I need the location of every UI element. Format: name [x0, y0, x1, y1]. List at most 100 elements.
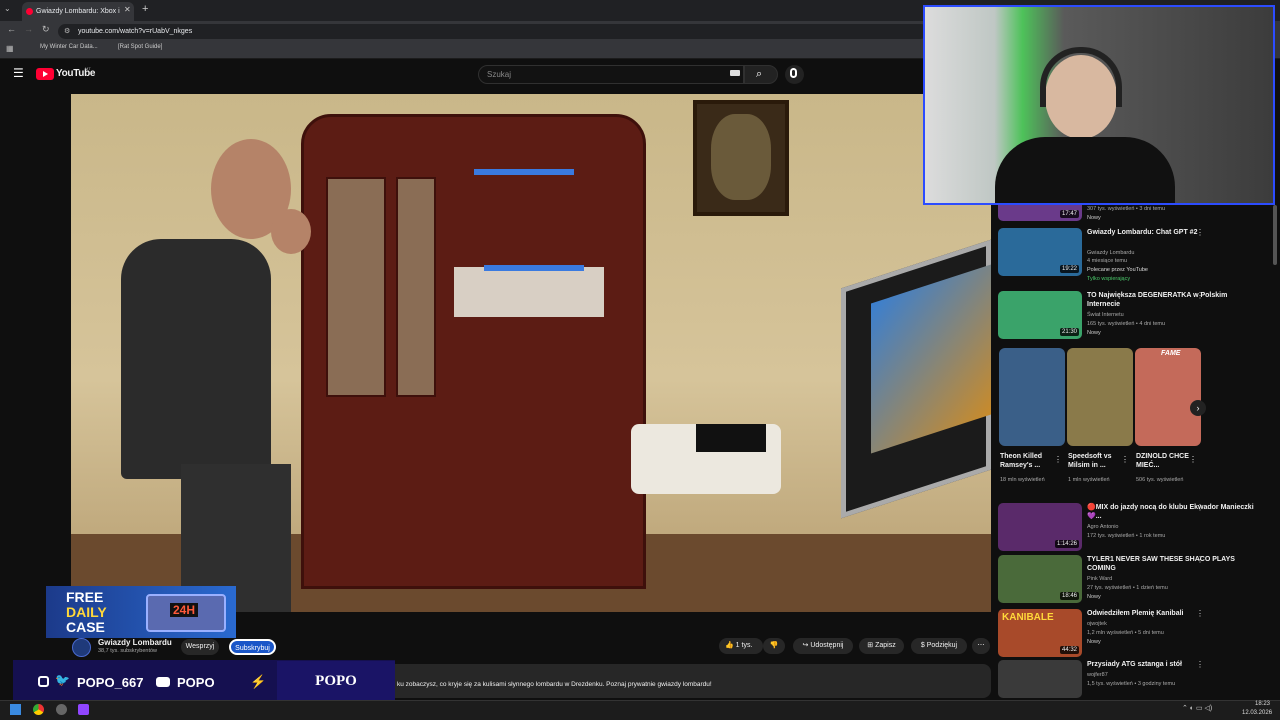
blue-tape-2 — [484, 265, 584, 271]
video-frame-second-head — [271, 209, 311, 254]
channel-name[interactable]: Gwiazdy Lombardu — [98, 638, 172, 647]
thumbnail-label: KANIBALE — [1002, 612, 1054, 623]
share-icon: ↪ — [802, 642, 809, 649]
sidebar-video-item[interactable]: 21:30 TO Największa DEGENERATKA w Polski… — [998, 291, 1268, 343]
url-field[interactable]: youtube.com/watch?v=rUabV_nkges — [58, 24, 928, 39]
search-input[interactable]: Szukaj — [478, 65, 744, 84]
twitch-taskbar-icon[interactable] — [78, 704, 89, 715]
social-handle-2: POPO — [177, 675, 215, 690]
back-icon[interactable]: ← — [7, 24, 16, 34]
more-vert-icon[interactable]: ⋮ — [1121, 455, 1129, 464]
tray-icons[interactable]: ⌃ ◐ ▭ ◁) — [1182, 704, 1212, 712]
youtube-overlay-icon — [156, 677, 170, 687]
more-actions-button[interactable]: ⋯ — [972, 638, 990, 654]
streamer-webcam — [923, 5, 1275, 205]
blue-tape — [474, 169, 574, 175]
save-label: Zapisz — [875, 642, 896, 649]
taskbar-time[interactable]: 18:23 — [1255, 701, 1270, 707]
thanks-button[interactable]: $ Podziękuj — [911, 638, 967, 654]
promo-line-2: DAILY — [66, 604, 107, 620]
subscribe-button[interactable]: Subskrybuj — [229, 639, 276, 655]
search-placeholder: Szukaj — [487, 70, 512, 79]
new-badge: Nowy — [1087, 639, 1101, 645]
site-info-icon[interactable]: ⚙ — [64, 27, 70, 35]
share-button[interactable]: ↪ Udostępnij — [793, 638, 853, 654]
video-thumbnail: KANIBALE 44:32 — [998, 609, 1082, 657]
short-thumbnail[interactable]: FAME — [1135, 348, 1201, 446]
channel-avatar[interactable] — [72, 638, 91, 657]
more-vert-icon[interactable]: ⋮ — [1196, 660, 1204, 669]
reload-icon[interactable]: ↻ — [42, 24, 50, 35]
like-button[interactable]: 👍 1 tys. — [719, 638, 763, 654]
video-channel: Świat Internetu — [1087, 312, 1124, 318]
support-button[interactable]: Wesprzyj — [181, 639, 219, 655]
chrome-taskbar-icon[interactable] — [33, 704, 44, 715]
video-meta: 4 miesiące temu — [1087, 258, 1128, 264]
sidebar-video-item[interactable]: 1:14:26 🔴MIX do jazdy nocą do klubu Ekwa… — [998, 503, 1268, 551]
search-button[interactable]: ⌕ — [744, 65, 778, 84]
video-title: 🔴MIX do jazdy nocą do klubu Ekwador Mani… — [1087, 504, 1254, 520]
new-tab-button[interactable]: + — [142, 3, 148, 15]
keyboard-icon[interactable] — [730, 70, 740, 76]
new-badge: Nowy — [1087, 215, 1101, 221]
app-taskbar-icon[interactable] — [56, 704, 67, 715]
short-views: 506 tys. wyświetleń — [1136, 477, 1184, 483]
tab-list-button[interactable]: ⌄ — [4, 4, 11, 13]
windows-start-icon[interactable] — [10, 704, 21, 715]
duration-badge: 21:30 — [1059, 328, 1079, 336]
share-label: Udostępnij — [810, 642, 844, 649]
video-extra: Polecane przez YouTube — [1087, 267, 1148, 273]
apps-grid-icon[interactable]: ▦ — [6, 44, 14, 53]
more-vert-icon[interactable]: ⋮ — [1189, 455, 1197, 464]
video-frame-cabinet — [301, 114, 646, 589]
sidebar-video-item[interactable]: Przysiady ATG sztanga i stół wojfer87 1,… — [998, 660, 1268, 700]
duration-badge: 1:14:26 — [1054, 540, 1079, 548]
duration-badge: 19:22 — [1059, 265, 1079, 273]
sidebar-video-item[interactable]: 19:22 Gwiazdy Lombardu: Chat GPT #2 Gwia… — [998, 228, 1268, 286]
video-thumbnail: 1:14:26 — [998, 503, 1082, 551]
dislike-button[interactable]: 👎 — [763, 638, 785, 654]
video-title: Przysiady ATG sztanga i stół — [1087, 661, 1182, 668]
short-title[interactable]: Theon Killed Ramsey's ... — [1000, 452, 1058, 470]
duration-badge: 44:32 — [1059, 646, 1079, 654]
more-vert-icon[interactable]: ⋮ — [1196, 503, 1204, 512]
short-thumbnail[interactable] — [999, 348, 1065, 446]
save-button[interactable]: ⊞ Zapisz — [859, 638, 904, 654]
video-title: Gwiazdy Lombardu: Chat GPT #2 — [1087, 229, 1198, 236]
bookmark-rat-spot[interactable]: [Rat Spot Guide] — [118, 44, 162, 50]
forward-icon[interactable]: → — [24, 24, 33, 34]
cabinet-glass-right — [396, 177, 436, 397]
tab-title: Gwiazdy Lombardu: Xbox i — [36, 8, 120, 15]
voice-search-button[interactable] — [785, 65, 804, 84]
youtube-logo-icon[interactable] — [36, 68, 54, 80]
more-vert-icon[interactable]: ⋮ — [1196, 291, 1204, 300]
sidebar-video-item[interactable]: 18:46 TYLER1 NEVER SAW THESE SHACO PLAYS… — [998, 555, 1268, 603]
video-meta: 165 tys. wyświetleń • 4 dni temu — [1087, 321, 1166, 327]
promo-line-1: FREE — [66, 589, 104, 605]
more-vert-icon[interactable]: ⋮ — [1196, 228, 1204, 237]
duration-badge: 17:47 — [1059, 210, 1079, 218]
short-title[interactable]: Speedsoft vs Milsim in ... — [1068, 452, 1126, 470]
browser-tab-active[interactable]: Gwiazdy Lombardu: Xbox i — [22, 2, 134, 21]
partial-thumb: 17:47 — [998, 205, 1082, 221]
video-player[interactable] — [71, 94, 991, 612]
url-text: youtube.com/watch?v=rUabV_nkges — [78, 28, 193, 35]
bookmark-winter-car[interactable]: My Winter Car Data... — [40, 44, 98, 50]
shorts-next-button[interactable]: › — [1190, 400, 1206, 416]
more-vert-icon[interactable]: ⋮ — [1196, 609, 1204, 618]
short-views: 18 mln wyświetleń — [1000, 477, 1045, 483]
more-vert-icon[interactable]: ⋮ — [1054, 455, 1062, 464]
webcam-headphones-icon — [1040, 47, 1122, 107]
more-vert-icon[interactable]: ⋮ — [1196, 555, 1204, 564]
tab-close-icon[interactable]: ✕ — [124, 5, 131, 14]
menu-icon[interactable]: ☰ — [13, 66, 24, 80]
video-title: Odwiedziłem Plemię Kanibali — [1087, 610, 1184, 617]
sidebar-partial-item[interactable]: 17:47 307 tys. wyświetleń • 3 dni temu N… — [998, 205, 1268, 225]
short-thumbnail[interactable] — [1067, 348, 1133, 446]
short-title[interactable]: DZINOLD CHCE MIEĆ... — [1136, 452, 1194, 470]
sidebar-scrollbar[interactable] — [1273, 205, 1277, 265]
sidebar-video-item[interactable]: KANIBALE 44:32 Odwiedziłem Plemię Kaniba… — [998, 609, 1268, 657]
thumbs-up-icon: 👍 — [725, 642, 734, 649]
video-channel: Pink Ward — [1087, 576, 1113, 582]
taskbar-date[interactable]: 12.03.2026 — [1242, 710, 1272, 716]
